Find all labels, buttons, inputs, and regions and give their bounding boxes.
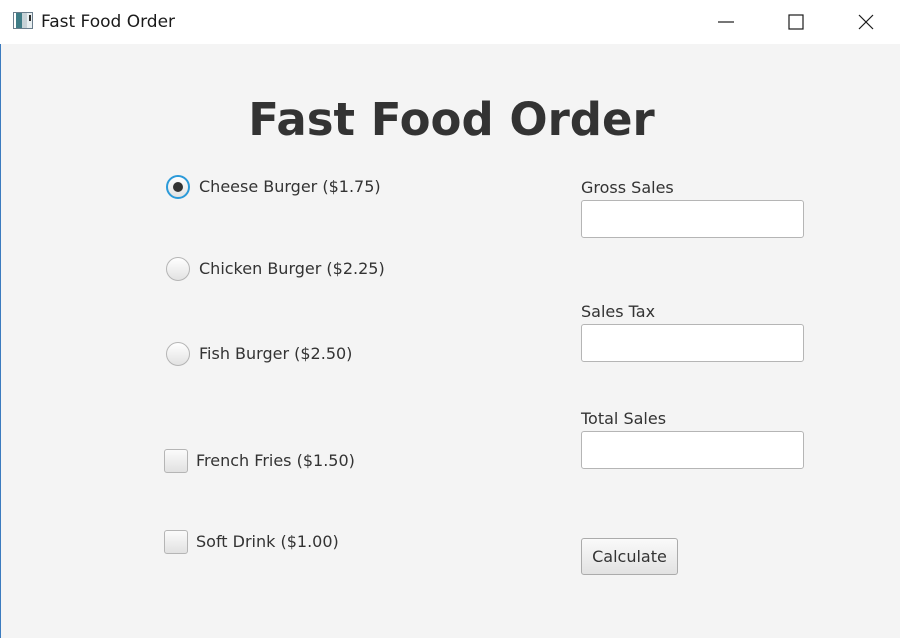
radio-label: Cheese Burger ($1.75) <box>199 177 381 196</box>
sales-tax-field[interactable] <box>581 324 804 362</box>
maximize-button[interactable] <box>773 0 819 44</box>
minimize-icon <box>718 21 734 23</box>
radio-button-selected[interactable] <box>166 175 190 199</box>
minimize-button[interactable] <box>703 0 749 44</box>
checkbox-label: Soft Drink ($1.00) <box>196 532 339 551</box>
checkbox[interactable] <box>164 530 188 554</box>
radio-button[interactable] <box>166 257 190 281</box>
radio-button[interactable] <box>166 342 190 366</box>
total-sales-label: Total Sales <box>581 409 667 428</box>
sales-tax-label: Sales Tax <box>581 302 656 321</box>
gross-sales-field[interactable] <box>581 200 804 238</box>
calculate-button[interactable]: Calculate <box>581 538 678 575</box>
radio-label: Chicken Burger ($2.25) <box>199 259 385 278</box>
close-button[interactable] <box>843 0 889 44</box>
page-title: Fast Food Order <box>248 93 655 146</box>
checkbox[interactable] <box>164 449 188 473</box>
gross-sales-label: Gross Sales <box>581 178 674 197</box>
close-icon <box>858 14 874 30</box>
maximize-icon <box>788 14 804 30</box>
window-titlebar: Fast Food Order <box>0 0 900 44</box>
radio-label: Fish Burger ($2.50) <box>199 344 353 363</box>
window-title: Fast Food Order <box>41 12 176 32</box>
total-sales-field[interactable] <box>581 431 804 469</box>
checkbox-label: French Fries ($1.50) <box>196 451 355 470</box>
app-icon <box>13 12 33 29</box>
